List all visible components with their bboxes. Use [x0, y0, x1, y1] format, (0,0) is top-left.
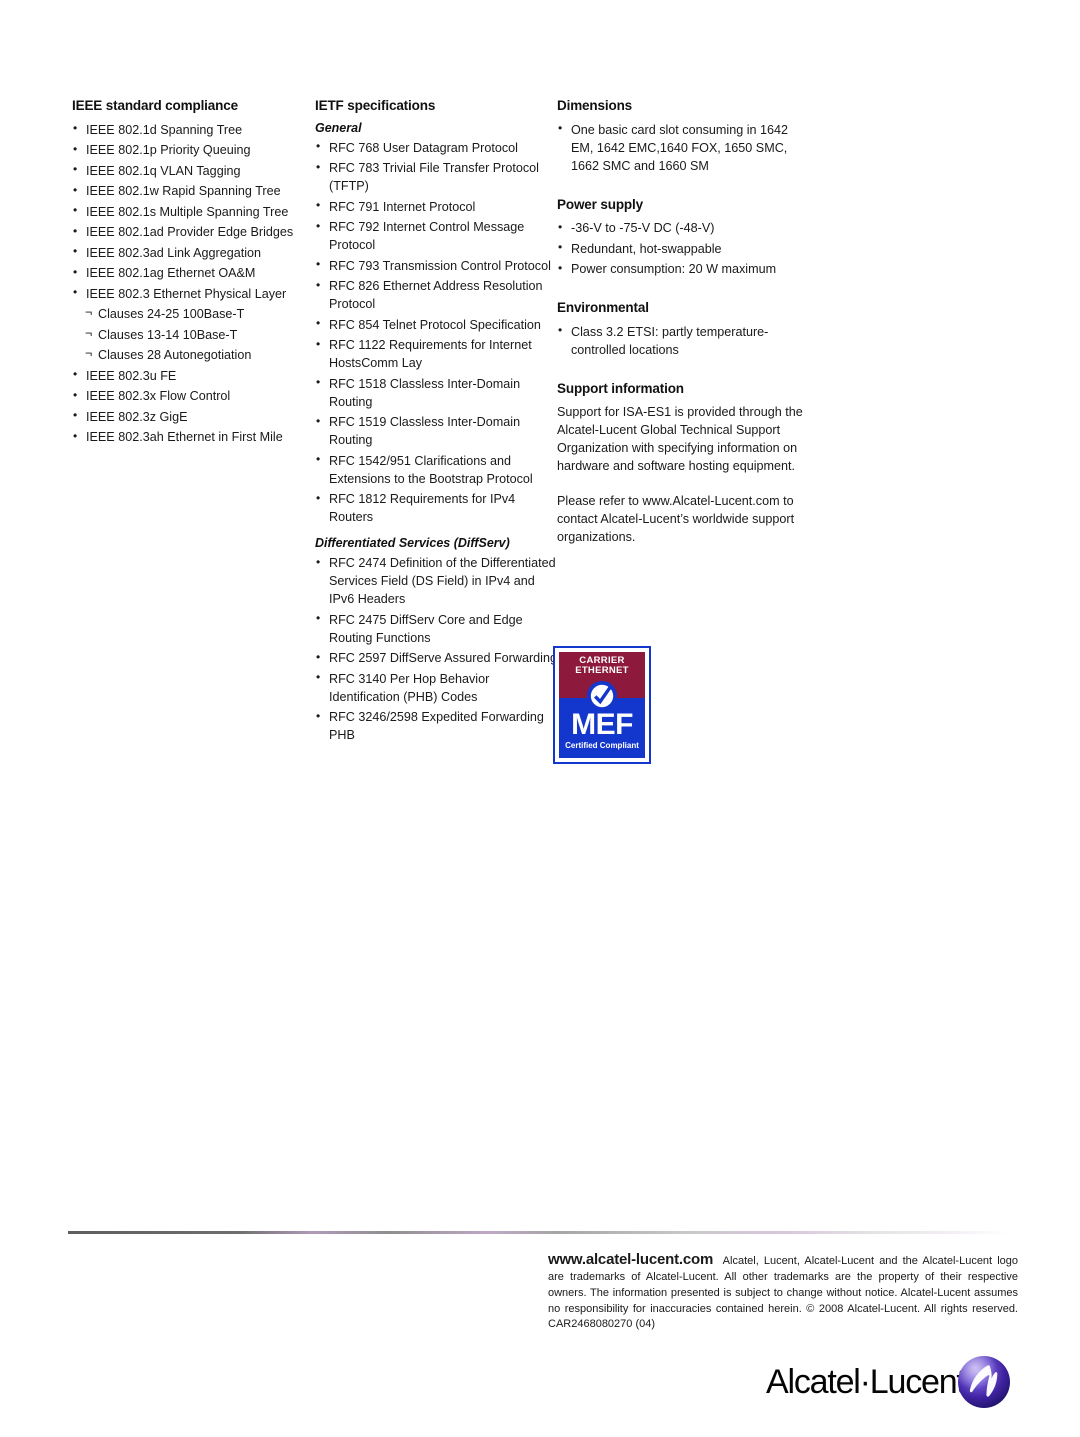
heading-environmental: Environmental: [557, 300, 649, 316]
list-item: RFC 2474 Definition of the Differentiate…: [315, 554, 557, 608]
footer-text: www.alcatel-lucent.com Alcatel, Lucent, …: [548, 1249, 1018, 1333]
mef-carrier-ethernet-text: CARRIER ETHERNET: [559, 655, 645, 677]
list-item: IEEE 802.3u FE: [72, 366, 315, 385]
list-item: Power consumption: 20 W maximum: [557, 260, 807, 278]
list-dimensions: One basic card slot consuming in 1642 EM…: [557, 120, 807, 175]
footer-website-url[interactable]: www.alcatel-lucent.com: [548, 1251, 713, 1268]
list-item: RFC 1542/951 Clarifications and Extensio…: [315, 451, 557, 488]
mef-wordmark: MEF: [571, 708, 633, 741]
mef-carrier-line-2: ETHERNET: [575, 665, 629, 677]
support-paragraph-1: Support for ISA-ES1 is provided through …: [557, 405, 803, 474]
list-item: RFC 1812 Requirements for IPv4 Routers: [315, 490, 557, 526]
list-item: IEEE 802.1d Spanning Tree: [72, 120, 315, 139]
list-item: RFC 3246/2598 Expedited Forwarding PHB: [315, 708, 557, 744]
list-item-sub: Clauses 24-25 100Base-T: [72, 304, 315, 323]
list-item: IEEE 802.1p Priority Queuing: [72, 141, 315, 159]
column-ietf-specifications: IETF specifications General RFC 768 User…: [315, 98, 557, 747]
heading-power-supply: Power supply: [557, 196, 643, 212]
list-environmental: Class 3.2 ETSI: partly temperature-contr…: [557, 322, 807, 359]
list-item: -36-V to -75-V DC (-48-V): [557, 219, 807, 237]
list-item: RFC 1519 Classless Inter-Domain Routing: [315, 413, 557, 449]
list-item: IEEE 802.3ah Ethernet in First Mile: [72, 428, 315, 446]
list-item: IEEE 802.1w Rapid Spanning Tree: [72, 182, 315, 200]
support-paragraph-2: Please refer to www.Alcatel-Lucent.com t…: [557, 494, 795, 545]
list-item: RFC 854 Telnet Protocol Specification: [315, 315, 557, 334]
column-ieee-standard-compliance: IEEE standard compliance IEEE 802.1d Spa…: [72, 98, 315, 747]
heading-ietf-specifications: IETF specifications: [315, 98, 436, 113]
list-item: RFC 791 Internet Protocol: [315, 197, 557, 216]
list-item: RFC 2597 DiffServe Assured Forwarding: [315, 649, 557, 667]
heading-dimensions: Dimensions: [557, 98, 633, 113]
list-item: IEEE 802.1q VLAN Tagging: [72, 161, 315, 180]
list-item: RFC 783 Trivial File Transfer Protocol (…: [315, 159, 557, 195]
list-item: RFC 1122 Requirements for Internet Hosts…: [315, 336, 557, 372]
footer-divider-rule: [68, 1231, 1008, 1234]
list-item: RFC 768 User Datagram Protocol: [315, 138, 557, 157]
list-ieee-items: IEEE 802.1d Spanning Tree IEEE 802.1p Pr…: [72, 120, 315, 447]
list-item: RFC 1518 Classless Inter-Domain Routing: [315, 374, 557, 411]
list-item: IEEE 802.1ad Provider Edge Bridges: [72, 223, 315, 241]
list-item: Redundant, hot-swappable: [557, 239, 807, 258]
document-page: IEEE standard compliance IEEE 802.1d Spa…: [0, 0, 1080, 1437]
subheading-general: General: [315, 120, 362, 135]
list-item: IEEE 802.1ag Ethernet OA&M: [72, 264, 315, 282]
list-item-sub: Clauses 13-14 10Base-T: [72, 325, 315, 344]
list-item: RFC 792 Internet Control Message Protoco…: [315, 218, 557, 254]
alcatel-lucent-wordmark: Alcatel·Lucent: [766, 1363, 966, 1401]
list-ietf-general: RFC 768 User Datagram Protocol RFC 783 T…: [315, 138, 557, 527]
list-power-supply: -36-V to -75-V DC (-48-V) Redundant, hot…: [557, 219, 807, 278]
list-item: Class 3.2 ETSI: partly temperature-contr…: [557, 322, 807, 359]
list-ietf-diffserv: RFC 2474 Definition of the Differentiate…: [315, 554, 557, 744]
heading-support-information: Support information: [557, 380, 684, 396]
list-item-sub: Clauses 28 Autonegotiation: [72, 345, 315, 364]
list-item: RFC 3140 Per Hop Behavior Identification…: [315, 669, 557, 706]
heading-ieee-standard-compliance: IEEE standard compliance: [72, 98, 238, 113]
list-item: IEEE 802.3x Flow Control: [72, 387, 315, 405]
list-item: One basic card slot consuming in 1642 EM…: [557, 120, 807, 175]
list-item: IEEE 802.3 Ethernet Physical Layer: [72, 284, 315, 303]
list-item: RFC 826 Ethernet Address Resolution Prot…: [315, 277, 557, 313]
list-item: IEEE 802.3z GigE: [72, 407, 315, 426]
content-columns: IEEE standard compliance IEEE 802.1d Spa…: [72, 98, 1010, 747]
list-item: IEEE 802.1s Multiple Spanning Tree: [72, 202, 315, 221]
subheading-differentiated-services: Differentiated Services (DiffServ): [315, 536, 510, 551]
list-item: RFC 2475 DiffServ Core and Edge Routing …: [315, 610, 557, 647]
alcatel-lucent-sphere-icon: [957, 1355, 1011, 1409]
list-item: IEEE 802.3ad Link Aggregation: [72, 243, 315, 262]
mef-certified-compliant-text: Certified Compliant: [565, 741, 639, 750]
footer-legal-block: www.alcatel-lucent.com Alcatel, Lucent, …: [548, 1249, 1018, 1333]
alcatel-lucent-logo: Alcatel·Lucent: [766, 1355, 1014, 1411]
list-item: RFC 793 Transmission Control Protocol: [315, 256, 557, 275]
mef-logo-inner: CARRIER ETHERNET MEF Certified Compliant: [559, 652, 645, 758]
mef-carrier-ethernet-certified-logo: CARRIER ETHERNET MEF Certified Compliant: [553, 646, 651, 764]
